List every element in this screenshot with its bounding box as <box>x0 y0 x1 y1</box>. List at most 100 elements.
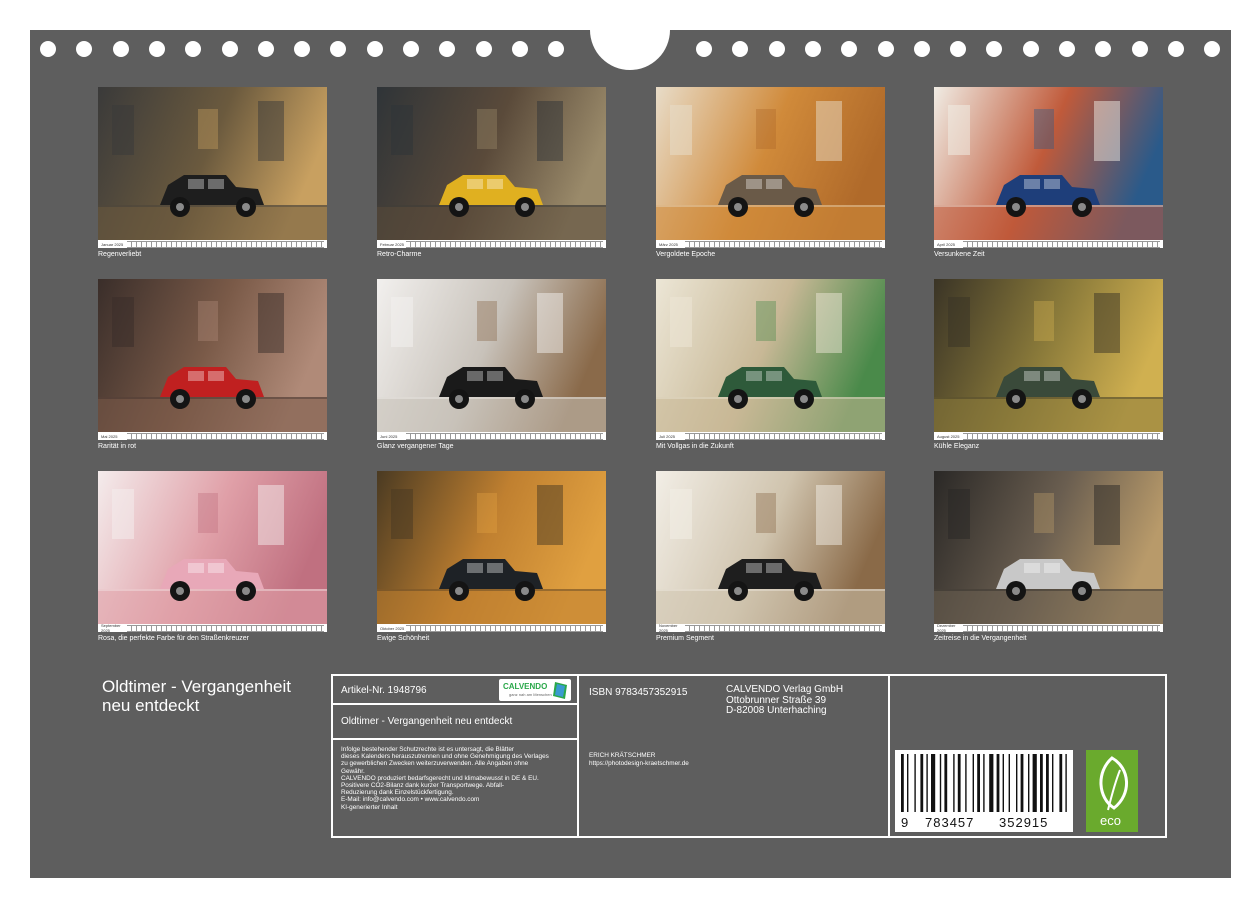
photo-caption: Ewige Schönheit <box>377 635 430 642</box>
binding-hole <box>475 41 492 57</box>
month-label: November 2025 <box>659 623 678 632</box>
month-label: April 2025 <box>937 241 956 247</box>
barcode-bar <box>1059 754 1063 812</box>
barcode-bar <box>1002 754 1004 812</box>
isbn-barcode: 9 783457 352915 <box>895 750 1073 832</box>
photo-caption: Zeitreise in die Vergangenheit <box>934 635 1027 642</box>
barcode-bar <box>1040 754 1043 812</box>
month-label: Mai 2025 <box>101 433 118 439</box>
isbn: ISBN 9783457352915 <box>589 687 688 698</box>
barcode-bar <box>1020 754 1024 812</box>
barcode-bar <box>953 754 955 812</box>
month-calendar-strip: Mai 2025 <box>98 432 327 440</box>
barcode-bar <box>931 754 936 812</box>
barcode-bar <box>926 754 928 812</box>
vintage-car-illustration <box>377 279 606 440</box>
binding-hole <box>1167 41 1184 57</box>
vintage-car-illustration <box>98 471 327 632</box>
eco-label: eco <box>1100 813 1121 828</box>
binding-hole <box>40 41 56 57</box>
barcode-bar <box>1028 754 1030 812</box>
vintage-car-illustration <box>98 87 327 248</box>
binding-hole <box>330 41 347 57</box>
calvendo-logo-text: CALVENDO <box>503 682 548 691</box>
binding-hole <box>548 41 565 57</box>
month-photo: Juli 2025 <box>656 279 885 440</box>
photo-caption: Mit Vollgas in die Zukunft <box>656 443 734 450</box>
month-tile: März 2025 Vergoldete Epoche <box>656 87 885 258</box>
binding-hole <box>403 41 419 57</box>
vintage-car-illustration <box>98 279 327 440</box>
month-calendar-strip: April 2025 <box>934 240 1163 248</box>
barcode-bar <box>989 754 994 812</box>
month-tile: Mai 2025 Rarität in rot <box>98 279 327 450</box>
photo-caption: Rarität in rot <box>98 443 137 450</box>
calendar-title: Oldtimer - Vergangenheit neu entdeckt <box>102 677 291 715</box>
binding-hole <box>986 41 1003 57</box>
month-calendar-strip: Oktober 2025 <box>377 624 606 632</box>
month-calendar-strip: Januar 2025 <box>98 240 327 248</box>
month-calendar-strip: Februar 2025 <box>377 240 606 248</box>
month-calendar-strip: Dezember 2025 <box>934 623 1163 632</box>
day-grid <box>963 240 1160 248</box>
product-title: Oldtimer - Vergangenheit neu entdeckt <box>341 716 513 727</box>
calvendo-logo-sub: ganz nah am Menschen <box>509 692 552 697</box>
barcode-bar <box>1016 754 1018 812</box>
month-calendar-strip: März 2025 <box>656 240 885 248</box>
photo-caption: Glanz vergangener Tage <box>377 443 454 450</box>
month-tile: April 2025 Versunkene Zeit <box>934 87 1163 258</box>
binding-hole <box>257 41 274 57</box>
legal-notice: Infolge bestehender Schutzrechte ist es … <box>341 746 575 811</box>
binding-hole <box>221 41 238 57</box>
day-grid <box>127 432 324 440</box>
publisher-line: D-82008 Unterhaching <box>726 705 827 716</box>
month-photo: August 2025 <box>934 279 1163 440</box>
legal-line: Positivere CO2-Bilanz dank kurzer Transp… <box>341 782 505 790</box>
month-tile: Juli 2025 Mit Vollgas in die Zukunft <box>656 279 885 450</box>
day-grid <box>406 240 603 248</box>
day-grid <box>963 432 1160 440</box>
publisher-address: CALVENDO Verlag GmbH Ottobrunner Straße … <box>726 684 844 717</box>
photo-caption: Versunkene Zeit <box>934 251 985 258</box>
calendar-back-cover: Januar 2025 Regenverliebt Februar 2025 R… <box>30 20 1231 878</box>
barcode-bar <box>977 754 980 812</box>
barcode-bars <box>901 754 1067 812</box>
binding-hole <box>1095 41 1112 57</box>
barcode-bar <box>1065 754 1067 812</box>
publisher-line: CALVENDO Verlag GmbH <box>726 684 844 695</box>
month-photo: März 2025 <box>656 87 885 248</box>
day-grid <box>406 624 603 632</box>
vintage-car-illustration <box>656 279 885 440</box>
month-tile: August 2025 Kühle Eleganz <box>934 279 1163 450</box>
binding-hole <box>439 41 456 57</box>
photo-caption: Premium Segment <box>656 635 714 642</box>
legal-line: Reduzierung dank Einzelstückfertigung. <box>341 789 454 797</box>
barcode-digits-left: 783457 <box>925 815 975 830</box>
binding-hole <box>185 41 202 57</box>
photo-caption: Kühle Eleganz <box>934 443 980 450</box>
vintage-car-illustration <box>934 279 1163 440</box>
vintage-car-illustration <box>934 87 1163 248</box>
binding-hole <box>1022 41 1039 57</box>
month-label: September 2025 <box>101 623 121 632</box>
month-tile: Dezember 2025 Zeitreise in die Vergangen… <box>934 471 1163 642</box>
vintage-car-illustration <box>656 471 885 632</box>
vintage-car-illustration <box>934 471 1163 632</box>
month-photo: Oktober 2025 <box>377 471 606 632</box>
legal-line: KI-generierter Inhalt <box>341 803 398 811</box>
month-label: Juli 2025 <box>659 433 676 439</box>
month-label: Februar 2025 <box>380 241 405 247</box>
barcode-digits-right: 352915 <box>999 815 1049 830</box>
barcode-bar <box>972 754 974 812</box>
barcode-bar <box>914 754 916 812</box>
day-grid <box>127 240 324 248</box>
barcode-bar <box>907 754 909 812</box>
month-photo: September 2025 <box>98 471 327 632</box>
binding-hole <box>696 41 712 57</box>
barcode-bar <box>944 754 948 812</box>
day-grid <box>685 432 882 440</box>
vintage-car-illustration <box>377 87 606 248</box>
binding-hole <box>768 41 785 57</box>
binding-hole <box>950 41 967 57</box>
barcode-bar <box>1046 754 1049 812</box>
